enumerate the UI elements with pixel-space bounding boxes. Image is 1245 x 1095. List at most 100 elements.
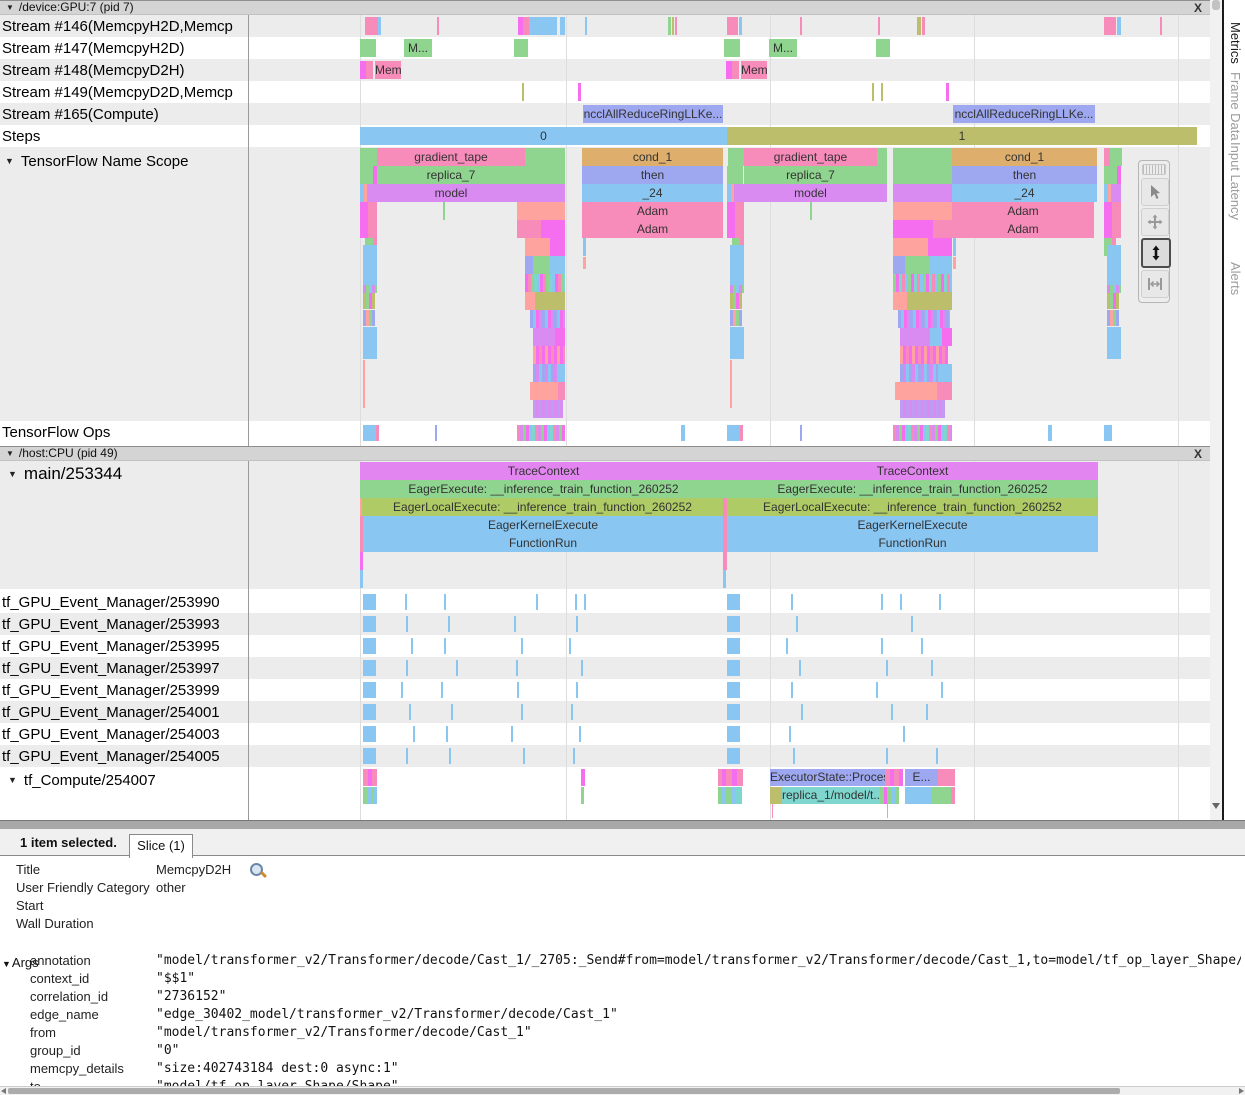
magnifier-icon[interactable] xyxy=(250,863,263,876)
trace-event[interactable]: EagerExecute: __inference_train_function… xyxy=(360,480,727,498)
selection-tool[interactable] xyxy=(1141,178,1169,206)
trace-event-sliver[interactable] xyxy=(525,238,550,256)
trace-event-sliver[interactable] xyxy=(451,704,453,720)
trace-event-sliver[interactable] xyxy=(405,594,407,610)
trace-event-sliver[interactable] xyxy=(533,346,565,364)
trace-event-sliver[interactable] xyxy=(877,184,887,202)
trace-event[interactable]: Mem xyxy=(741,61,767,79)
trace-event-sliver[interactable] xyxy=(521,704,523,720)
trace-event-sliver[interactable] xyxy=(525,166,565,184)
trace-event-sliver[interactable] xyxy=(360,202,368,220)
trace-event-sliver[interactable] xyxy=(443,202,445,220)
trace-event-sliver[interactable] xyxy=(365,17,378,35)
trace-event-sliver[interactable] xyxy=(881,638,883,654)
trace-event-sliver[interactable] xyxy=(938,364,952,382)
trace-event-sliver[interactable] xyxy=(946,83,949,101)
trace-event-sliver[interactable] xyxy=(939,594,941,610)
trace-event-sliver[interactable] xyxy=(516,660,518,676)
trace-event-sliver[interactable] xyxy=(530,382,558,400)
trace-event-sliver[interactable] xyxy=(555,328,565,346)
vertical-scrollbar[interactable] xyxy=(1210,0,1222,820)
trace-event-sliver[interactable] xyxy=(730,245,744,285)
toolbar-grip[interactable] xyxy=(1142,164,1166,175)
trace-event[interactable]: replica_1/model/t... xyxy=(782,787,880,804)
trace-event-sliver[interactable] xyxy=(360,220,368,238)
trace-event[interactable]: model xyxy=(744,184,877,202)
trace-event-sliver[interactable] xyxy=(723,570,726,588)
trace-event-sliver[interactable] xyxy=(886,660,888,676)
trace-event-sliver[interactable] xyxy=(928,238,952,256)
trace-event-sliver[interactable] xyxy=(522,83,524,101)
panel-divider-band[interactable] xyxy=(0,820,1245,829)
trace-event-sliver[interactable] xyxy=(930,328,942,346)
trace-event-sliver[interactable] xyxy=(444,638,446,654)
trace-event[interactable]: _24 xyxy=(952,184,1097,202)
horizontal-scrollbar-thumb[interactable] xyxy=(8,1088,1120,1094)
trace-event-sliver[interactable] xyxy=(558,382,565,400)
trace-event-sliver[interactable] xyxy=(372,769,377,786)
trace-event-sliver[interactable] xyxy=(727,682,740,698)
trace-event-sliver[interactable] xyxy=(903,726,905,742)
trace-event-sliver[interactable] xyxy=(672,17,674,35)
trace-event-sliver[interactable] xyxy=(529,17,557,35)
trace-event-sliver[interactable] xyxy=(401,682,403,698)
trace-event-sliver[interactable] xyxy=(581,769,585,786)
trace-event-sliver[interactable] xyxy=(877,166,887,184)
trace-event-sliver[interactable] xyxy=(1107,285,1121,293)
trace-event-sliver[interactable] xyxy=(730,310,742,326)
scroll-right-arrow-icon[interactable] xyxy=(1239,1088,1244,1094)
trace-event-sliver[interactable] xyxy=(723,552,727,570)
trace-event-sliver[interactable] xyxy=(1104,17,1116,35)
trace-event-sliver[interactable] xyxy=(525,292,535,310)
trace-event-sliver[interactable] xyxy=(727,220,735,238)
trace-event-sliver[interactable] xyxy=(953,238,956,256)
trace-event-sliver[interactable] xyxy=(1110,148,1122,166)
trace-event-sliver[interactable] xyxy=(772,804,773,818)
trace-event-sliver[interactable] xyxy=(1107,310,1119,326)
trace-event-sliver[interactable] xyxy=(368,202,377,220)
trace-event-sliver[interactable] xyxy=(584,594,586,610)
trace-event-sliver[interactable] xyxy=(891,704,893,720)
trace-event-sliver[interactable] xyxy=(1117,166,1121,184)
trace-event[interactable]: M... xyxy=(404,39,432,57)
gpu-close-button[interactable]: X xyxy=(1194,1,1202,16)
trace-event[interactable]: EagerKernelExecute xyxy=(363,516,723,534)
trace-event-sliver[interactable] xyxy=(887,804,888,818)
trace-event-sliver[interactable] xyxy=(727,425,740,441)
trace-event-sliver[interactable] xyxy=(941,682,943,698)
trace-event-sliver[interactable] xyxy=(525,148,565,166)
trace-event-sliver[interactable] xyxy=(800,17,802,35)
trace-event-sliver[interactable] xyxy=(517,682,519,698)
trace-event-sliver[interactable] xyxy=(535,292,565,310)
trace-event-sliver[interactable] xyxy=(937,382,952,400)
trace-event-sliver[interactable] xyxy=(363,638,376,654)
trace-event-sliver[interactable] xyxy=(360,148,377,166)
trace-event-sliver[interactable] xyxy=(796,616,798,632)
trace-event-sliver[interactable] xyxy=(449,748,451,764)
horizontal-scrollbar[interactable] xyxy=(0,1086,1245,1095)
trace-event-sliver[interactable] xyxy=(735,202,744,220)
trace-event-sliver[interactable] xyxy=(360,166,373,184)
trace-event-sliver[interactable] xyxy=(893,425,952,441)
trace-event-sliver[interactable] xyxy=(363,285,377,293)
trace-event-sliver[interactable] xyxy=(363,726,376,742)
trace-event[interactable]: ncclAllReduceRingLLKe... xyxy=(583,105,723,123)
trace-event[interactable]: EagerKernelExecute xyxy=(727,516,1098,534)
trace-event-sliver[interactable] xyxy=(441,682,443,698)
trace-event-sliver[interactable] xyxy=(521,638,523,654)
trace-event-sliver[interactable] xyxy=(786,638,788,654)
trace-event[interactable]: FunctionRun xyxy=(363,534,723,552)
trace-event-sliver[interactable] xyxy=(1160,17,1162,35)
trace-event-sliver[interactable] xyxy=(511,726,513,742)
trace-event-sliver[interactable] xyxy=(900,594,902,610)
trace-event-sliver[interactable] xyxy=(732,61,739,79)
trace-event-sliver[interactable] xyxy=(893,166,952,184)
trace-event-sliver[interactable] xyxy=(730,327,744,359)
trace-event-sliver[interactable] xyxy=(926,704,928,720)
trace-event-sliver[interactable] xyxy=(727,704,740,720)
sidebar-tab-metrics[interactable]: Metrics xyxy=(1228,22,1243,64)
trace-event[interactable]: EagerExecute: __inference_train_function… xyxy=(727,480,1098,498)
sidebar-tab-input-latency[interactable]: Input Latency xyxy=(1228,142,1243,220)
trace-event-sliver[interactable] xyxy=(560,17,565,35)
trace-event-sliver[interactable] xyxy=(893,184,952,202)
